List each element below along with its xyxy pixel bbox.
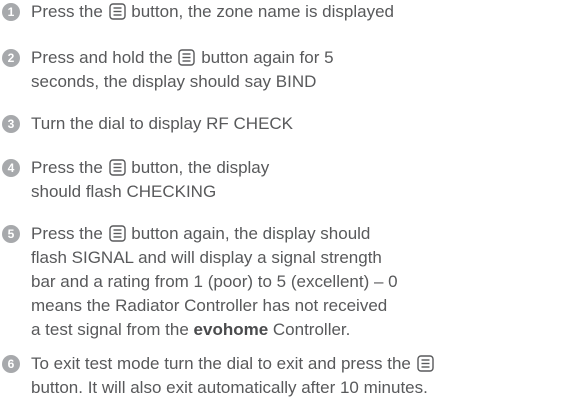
step-text-segment: Press the (31, 158, 108, 177)
step-text-segment: Press the (31, 2, 108, 21)
step-line: To exit test mode turn the dial to exit … (31, 352, 567, 376)
step-line: Press and hold the button again for 5 (31, 46, 567, 70)
step-text: Press the button again, the display shou… (31, 222, 567, 342)
step-text-segment: button, the display (126, 158, 270, 177)
step-number-badge: 6 (2, 355, 20, 373)
step-number-badge: 5 (2, 225, 20, 243)
step-text: Press the button, the zone name is displ… (31, 0, 567, 24)
step-number-badge: 2 (2, 49, 20, 67)
step-line: Press the button again, the display shou… (31, 222, 567, 246)
menu-button-icon (108, 159, 126, 176)
step-text-segment: flash SIGNAL and will display a signal s… (31, 248, 382, 267)
step-text-segment: Press the (31, 224, 108, 243)
step-line: seconds, the display should say BIND (31, 70, 567, 94)
menu-button-icon (108, 3, 126, 20)
step-text-segment: should flash CHECKING (31, 182, 217, 201)
step-text-segment: button again, the display should (126, 224, 371, 243)
step-text-segment: To exit test mode turn the dial to exit … (31, 354, 416, 373)
step-text-segment: Controller. (268, 320, 351, 339)
step-text-segment: means the Radiator Controller has not re… (31, 296, 388, 315)
step-number-badge: 4 (2, 159, 20, 177)
step-text-segment: seconds, the display should say BIND (31, 72, 317, 91)
step-line: button. It will also exit automatically … (31, 376, 567, 400)
step-line: should flash CHECKING (31, 180, 567, 204)
step-text: Turn the dial to display RF CHECK (31, 112, 567, 136)
step-text: Press and hold the button again for 5 sec… (31, 46, 567, 94)
step-line: Turn the dial to display RF CHECK (31, 112, 567, 136)
step-line: flash SIGNAL and will display a signal s… (31, 246, 567, 270)
instruction-steps: 1 Press the button, the zone name is dis… (0, 0, 568, 414)
step-line: Press the button, the zone name is displ… (31, 0, 567, 24)
step-text-segment: Press and hold the (31, 48, 178, 67)
step-number-badge: 1 (2, 3, 20, 21)
brand-name: evohome (193, 320, 269, 339)
step-text: Press the button, the display should flas… (31, 156, 567, 204)
step-text: To exit test mode turn the dial to exit … (31, 352, 567, 400)
menu-button-icon (416, 355, 434, 372)
step-text-segment: button again for 5 (196, 48, 334, 67)
step-line: a test signal from the evohome Controlle… (31, 318, 567, 342)
step-text-segment: a test signal from the (31, 320, 194, 339)
step-text-segment: Turn the dial to display RF CHECK (31, 114, 294, 133)
step-text-segment: button. It will also exit automatically … (31, 378, 428, 397)
menu-button-icon (108, 225, 126, 242)
step-number-badge: 3 (2, 115, 20, 133)
menu-button-icon (178, 49, 196, 66)
step-line: means the Radiator Controller has not re… (31, 294, 567, 318)
step-text-segment: button, the zone name is displayed (126, 2, 394, 21)
step-line: Press the button, the display (31, 156, 567, 180)
step-line: bar and a rating from 1 (poor) to 5 (exc… (31, 270, 567, 294)
step-text-segment: bar and a rating from 1 (poor) to 5 (exc… (31, 272, 398, 291)
